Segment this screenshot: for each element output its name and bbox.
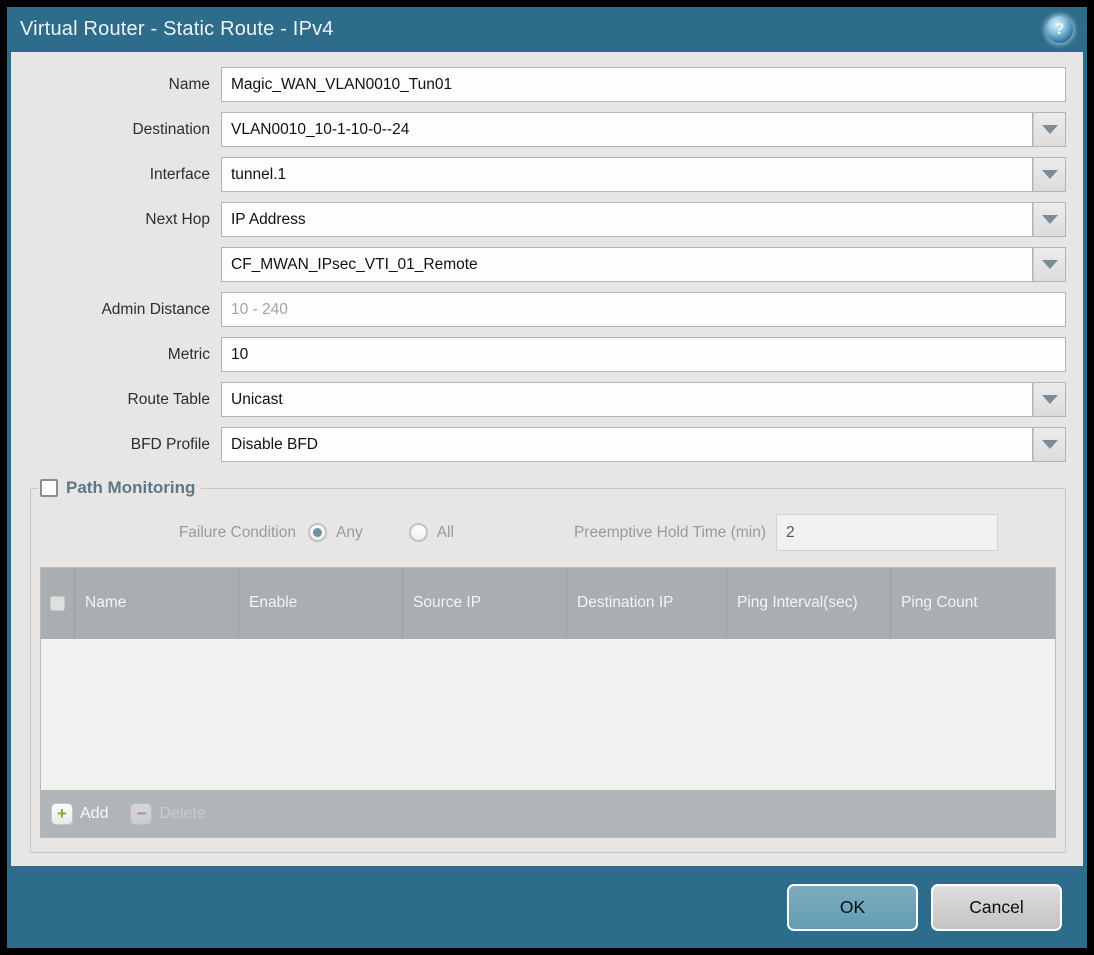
interface-row: Interface (11, 157, 1066, 192)
minus-icon: − (130, 802, 153, 825)
admin-distance-label: Admin Distance (101, 300, 210, 318)
route-table-dropdown-button[interactable] (1033, 382, 1066, 417)
path-monitoring-title: Path Monitoring (66, 478, 196, 497)
column-header-destination-ip[interactable]: Destination IP (567, 568, 727, 639)
dialog-title: Virtual Router - Static Route - IPv4 (20, 18, 334, 40)
column-header-ping-interval[interactable]: Ping Interval(sec) (727, 568, 891, 639)
metric-row: Metric (11, 337, 1066, 372)
next-hop-label: Next Hop (145, 210, 210, 228)
next-hop-dropdown-button[interactable] (1033, 202, 1066, 237)
next-hop-type-input[interactable] (221, 202, 1033, 237)
title-bar: Virtual Router - Static Route - IPv4 ? (7, 7, 1087, 52)
chevron-down-icon (1041, 440, 1058, 449)
next-hop-address-input[interactable] (221, 247, 1033, 282)
chevron-down-icon (1041, 170, 1058, 179)
column-header-enable[interactable]: Enable (239, 568, 403, 639)
admin-distance-input[interactable] (221, 292, 1066, 327)
name-row: Name (11, 67, 1066, 102)
route-table-input[interactable] (221, 382, 1033, 417)
ok-button[interactable]: OK (787, 883, 918, 931)
plus-icon: + (51, 802, 73, 825)
next-hop-address-row (11, 247, 1066, 282)
failure-condition-radio-group: Any All (308, 523, 454, 542)
metric-input[interactable] (221, 337, 1066, 372)
column-header-source-ip[interactable]: Source IP (403, 568, 567, 639)
failure-condition-row: Failure Condition Any All Preemptive Hol… (40, 514, 1056, 551)
destination-label: Destination (132, 120, 210, 138)
radio-any-label: Any (336, 523, 363, 541)
bfd-profile-row: BFD Profile (11, 427, 1066, 462)
table-body-empty (41, 639, 1055, 790)
radio-any[interactable] (308, 523, 327, 542)
static-route-dialog: Virtual Router - Static Route - IPv4 ? N… (7, 7, 1087, 948)
next-hop-address-dropdown-button[interactable] (1033, 247, 1066, 282)
chevron-down-icon (1041, 125, 1058, 134)
table-header-row: Name Enable Source IP Destination IP Pin… (41, 568, 1055, 639)
help-glyph: ? (1054, 20, 1065, 38)
add-button[interactable]: + Add (51, 802, 109, 825)
cancel-button[interactable]: Cancel (931, 883, 1062, 931)
interface-label: Interface (149, 165, 210, 183)
admin-distance-row: Admin Distance (11, 292, 1066, 327)
destination-input[interactable] (221, 112, 1033, 147)
path-monitoring-section: Path Monitoring Failure Condition Any Al… (30, 478, 1066, 853)
path-monitoring-checkbox[interactable] (40, 479, 58, 497)
interface-dropdown-button[interactable] (1033, 157, 1066, 192)
radio-all[interactable] (408, 523, 428, 542)
name-input[interactable] (221, 67, 1066, 102)
select-all-checkbox[interactable] (50, 596, 65, 611)
preemptive-hold-time-input[interactable] (776, 514, 999, 551)
route-table-label: Route Table (127, 390, 210, 408)
table-toolbar: + Add − Delete (41, 790, 1055, 837)
name-label: Name (168, 75, 210, 93)
bfd-profile-dropdown-button[interactable] (1033, 427, 1066, 462)
delete-button-label: Delete (159, 804, 206, 822)
route-table-row: Route Table (11, 382, 1066, 417)
failure-condition-label: Failure Condition (178, 523, 296, 541)
path-monitoring-table: Name Enable Source IP Destination IP Pin… (40, 567, 1056, 838)
chevron-down-icon (1041, 395, 1058, 404)
bfd-profile-input[interactable] (221, 427, 1033, 462)
destination-dropdown-button[interactable] (1033, 112, 1066, 147)
radio-all-label: All (436, 523, 454, 541)
bfd-profile-label: BFD Profile (130, 435, 210, 453)
destination-row: Destination (11, 112, 1066, 147)
dialog-footer: OK Cancel (7, 866, 1087, 948)
dialog-body: Name Destination Interface (11, 52, 1083, 866)
interface-input[interactable] (221, 157, 1033, 192)
chevron-down-icon (1041, 260, 1058, 269)
delete-button[interactable]: − Delete (130, 802, 206, 825)
help-icon[interactable]: ? (1046, 16, 1073, 43)
next-hop-row: Next Hop (11, 202, 1066, 237)
metric-label: Metric (167, 345, 210, 363)
select-all-cell (41, 568, 75, 639)
column-header-ping-count[interactable]: Ping Count (891, 568, 1055, 639)
chevron-down-icon (1041, 215, 1058, 224)
add-button-label: Add (80, 804, 109, 822)
preemptive-hold-time-label: Preemptive Hold Time (min) (573, 523, 767, 541)
column-header-name[interactable]: Name (75, 568, 239, 639)
path-monitoring-legend: Path Monitoring (38, 478, 201, 498)
